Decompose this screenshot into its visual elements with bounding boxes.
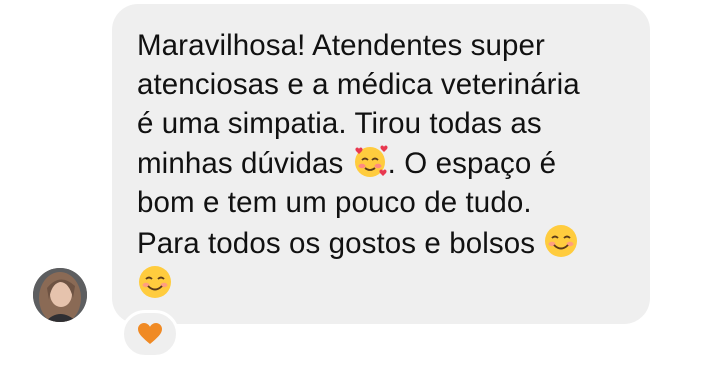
- message-segment: minhas dúvidas: [137, 147, 344, 181]
- reaction-badge[interactable]: [121, 310, 179, 358]
- smiling-face-icon: [137, 264, 173, 300]
- avatar[interactable]: [33, 268, 87, 322]
- message-text: Maravilhosa! Atendentes super atenciosas…: [137, 27, 630, 305]
- message-segment: Para todos os gostos e bolsos: [137, 226, 536, 260]
- message-line: Maravilhosa! Atendentes super: [137, 29, 545, 62]
- message-line: bom e tem um pouco de tudo.: [137, 186, 532, 220]
- smiling-face-with-hearts-icon: [352, 143, 388, 179]
- smiling-face-icon: [543, 223, 579, 259]
- message-bubble[interactable]: Maravilhosa! Atendentes super atenciosas…: [112, 4, 650, 324]
- message-line: minhas dúvidas . O espaço é: [137, 143, 630, 184]
- message-line: atenciosas e a médica veterinária: [137, 67, 580, 101]
- message-line: [137, 264, 630, 305]
- message-line: Para todos os gostos e bolsos: [137, 223, 630, 264]
- chat-thread: Maravilhosa! Atendentes super atenciosas…: [0, 0, 708, 384]
- message-segment: . O espaço é: [387, 147, 557, 181]
- orange-heart-icon: [138, 323, 162, 344]
- message-line: é uma simpatia. Tirou todas as: [137, 106, 542, 140]
